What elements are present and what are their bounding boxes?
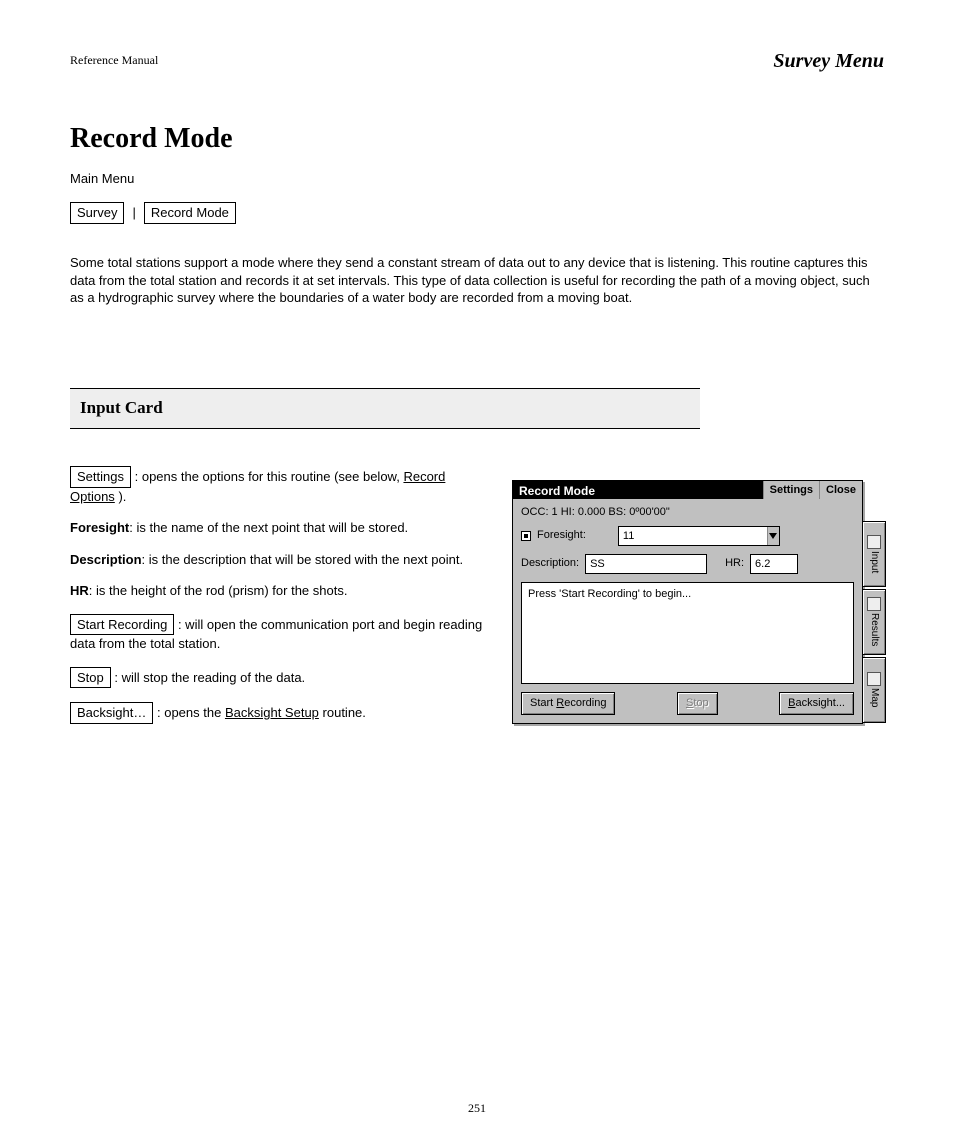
menu-item-survey: Survey bbox=[70, 202, 124, 224]
menu-path: Survey | Record Mode bbox=[70, 202, 236, 224]
start-recording-button[interactable]: Start Recording bbox=[521, 692, 615, 715]
tab-input[interactable]: Input bbox=[862, 521, 886, 587]
dialog-title: Record Mode bbox=[513, 481, 763, 499]
description-desc: Description: is the description that wil… bbox=[70, 551, 490, 569]
settings-button[interactable]: Settings bbox=[763, 481, 819, 499]
page-heading: Record Mode bbox=[70, 120, 233, 158]
message-area: Press 'Start Recording' to begin... bbox=[521, 582, 854, 684]
input-icon bbox=[867, 535, 881, 549]
foresight-input[interactable] bbox=[619, 527, 767, 545]
intro-paragraph: Some total stations support a mode where… bbox=[70, 254, 870, 307]
description-input-wrap[interactable] bbox=[585, 554, 707, 574]
page-number: 251 bbox=[0, 1100, 954, 1116]
map-icon bbox=[867, 672, 881, 686]
menu-item-record-mode: Record Mode bbox=[144, 202, 236, 224]
stop-desc: Stop : will stop the reading of the data… bbox=[70, 667, 490, 689]
chevron-down-icon bbox=[769, 533, 777, 539]
foresight-combo[interactable] bbox=[618, 526, 780, 546]
backsight-button-ref: Backsight… bbox=[70, 702, 153, 724]
foresight-desc: Foresight: is the name of the next point… bbox=[70, 519, 490, 537]
hr-label: HR: bbox=[725, 556, 744, 571]
close-button[interactable]: Close bbox=[819, 481, 862, 499]
backsight-button[interactable]: Backsight... bbox=[779, 692, 854, 715]
hr-input-wrap[interactable] bbox=[750, 554, 798, 574]
foresight-radio[interactable] bbox=[521, 531, 531, 541]
record-mode-dialog: Record Mode Settings Close OCC: 1 HI: 0.… bbox=[512, 480, 863, 724]
tab-map[interactable]: Map bbox=[862, 657, 886, 723]
intro-label: Main Menu bbox=[70, 170, 870, 188]
hr-input[interactable] bbox=[751, 555, 797, 573]
stop-button-ref: Stop bbox=[70, 667, 111, 689]
header-right: Survey Menu bbox=[773, 48, 884, 75]
results-icon bbox=[867, 597, 881, 611]
backsight-setup-xref: Backsight Setup bbox=[225, 705, 319, 720]
description-input[interactable] bbox=[586, 555, 706, 573]
stop-button: Stop bbox=[677, 692, 718, 715]
header-left: Reference Manual bbox=[70, 52, 158, 68]
settings-button-ref: Settings bbox=[70, 466, 131, 488]
tab-results[interactable]: Results bbox=[862, 589, 886, 655]
foresight-label: Foresight: bbox=[537, 528, 586, 543]
start-recording-desc: Start Recording : will open the communic… bbox=[70, 614, 490, 653]
hr-desc: HR: is the height of the rod (prism) for… bbox=[70, 582, 490, 600]
backsight-desc: Backsight… : opens the Backsight Setup r… bbox=[70, 702, 490, 724]
section-heading-input-card: Input Card bbox=[70, 388, 700, 429]
description-label: Description: bbox=[521, 556, 579, 571]
status-line: OCC: 1 HI: 0.000 BS: 0º00'00" bbox=[521, 505, 854, 520]
settings-desc: Settings : opens the options for this ro… bbox=[70, 466, 490, 505]
foresight-dropdown-button[interactable] bbox=[767, 527, 779, 545]
start-recording-button-ref: Start Recording bbox=[70, 614, 174, 636]
